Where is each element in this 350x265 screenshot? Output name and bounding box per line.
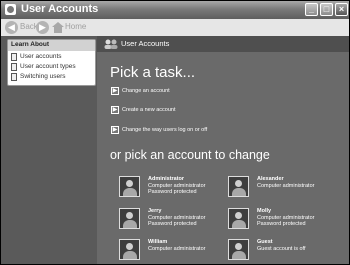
account-guest[interactable]: Guest Guest account is off — [228, 239, 338, 264]
document-icon — [11, 53, 17, 61]
account-picture — [119, 208, 140, 229]
main-header: User Accounts — [97, 36, 349, 52]
user-accounts-icon — [5, 4, 16, 15]
account-name: Molly — [257, 208, 272, 214]
arrow-right-icon: ▶ — [111, 106, 119, 114]
account-jerry[interactable]: Jerry Computer administrator Password pr… — [119, 208, 229, 234]
account-name: Guest — [257, 239, 273, 245]
document-icon — [11, 73, 17, 81]
arrow-right-icon: ▶ — [111, 87, 119, 95]
window-title: User Accounts — [21, 3, 99, 15]
account-administrator[interactable]: Administrator Computer administrator Pas… — [119, 176, 229, 202]
users-icon — [104, 39, 118, 49]
main-header-title: User Accounts — [121, 39, 170, 48]
account-type: Computer administrator — [257, 183, 315, 189]
account-picture — [119, 176, 140, 197]
home-button-label[interactable]: Home — [65, 22, 86, 31]
account-picture — [228, 208, 249, 229]
learn-item-label: Switching users — [20, 73, 66, 80]
pick-task-heading: Pick a task... — [110, 64, 196, 81]
account-status: Password protected — [148, 189, 197, 195]
learn-item-label: User accounts — [20, 53, 62, 60]
account-molly[interactable]: Molly Computer administrator Password pr… — [228, 208, 338, 234]
account-picture — [228, 176, 249, 197]
learn-item-label: User account types — [20, 63, 76, 70]
account-picture — [228, 239, 249, 260]
back-arrow-icon[interactable]: ◀ — [5, 21, 18, 34]
task-label: Change the way users log on or off — [122, 127, 208, 133]
account-picture — [119, 239, 140, 260]
account-status: Password protected — [257, 221, 306, 227]
account-alexander[interactable]: Alexander Computer administrator — [228, 176, 338, 202]
learn-about-header: Learn About — [8, 40, 95, 51]
title-bar[interactable]: User Accounts _ □ × — [1, 1, 349, 19]
maximize-button[interactable]: □ — [320, 3, 333, 16]
task-label: Create a new account — [122, 107, 176, 113]
account-name: Alexander — [257, 176, 284, 182]
toolbar: ◀ Back ▶ Home — [1, 19, 349, 37]
close-button[interactable]: × — [335, 3, 348, 16]
account-william[interactable]: William Computer administrator — [119, 239, 229, 264]
account-status: Guest account is off — [257, 246, 306, 252]
account-name: Administrator — [148, 176, 185, 182]
home-icon[interactable] — [52, 22, 64, 33]
account-name: William — [148, 239, 168, 245]
task-label: Change an account — [122, 88, 170, 94]
left-task-pane: Learn About User accounts User account t… — [1, 36, 97, 264]
learn-about-panel: Learn About User accounts User account t… — [7, 39, 96, 86]
document-icon — [11, 63, 17, 71]
account-type: Computer administrator — [148, 246, 206, 252]
learn-about-title: Learn About — [11, 41, 50, 48]
forward-arrow-icon[interactable]: ▶ — [36, 21, 49, 34]
pick-account-heading: or pick an account to change — [110, 148, 270, 162]
minimize-button[interactable]: _ — [305, 3, 318, 16]
account-name: Jerry — [148, 208, 162, 214]
user-accounts-window: User Accounts _ □ × ◀ Back ▶ Home Learn … — [0, 0, 350, 265]
account-status: Password protected — [148, 221, 197, 227]
arrow-right-icon: ▶ — [111, 126, 119, 134]
main-pane: User Accounts Pick a task... ▶ Change an… — [97, 36, 349, 264]
